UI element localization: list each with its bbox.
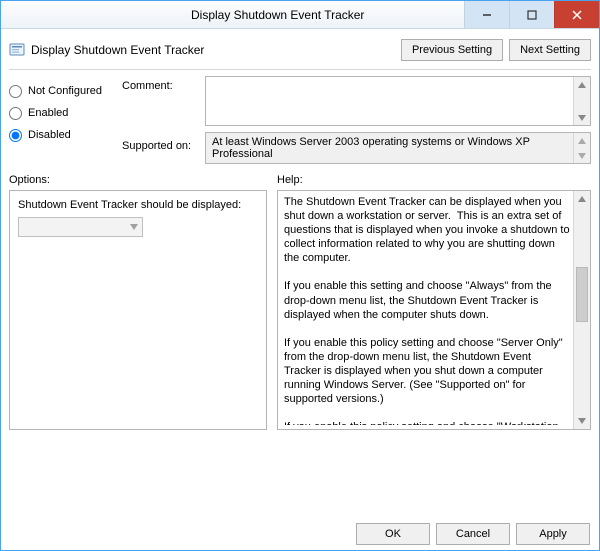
- scrollbar-thumb[interactable]: [576, 267, 588, 322]
- scroll-down-icon: [574, 148, 590, 163]
- options-panel: Shutdown Event Tracker should be display…: [9, 190, 267, 430]
- comment-scrollbar[interactable]: [573, 77, 590, 125]
- comment-label: Comment:: [122, 80, 197, 134]
- previous-setting-button[interactable]: Previous Setting: [401, 39, 503, 61]
- option-label: Shutdown Event Tracker should be display…: [18, 199, 258, 211]
- page-subtitle: Display Shutdown Event Tracker: [31, 43, 204, 57]
- supported-on-label: Supported on:: [122, 134, 197, 152]
- help-panel: The Shutdown Event Tracker can be displa…: [277, 190, 591, 430]
- scroll-down-icon: [574, 413, 590, 429]
- radio-not-configured[interactable]: Not Configured: [9, 80, 114, 102]
- apply-button[interactable]: Apply: [516, 523, 590, 545]
- radio-enabled-label: Enabled: [28, 107, 68, 119]
- display-mode-dropdown[interactable]: [18, 217, 143, 237]
- minimize-button[interactable]: [464, 1, 509, 28]
- radio-disabled-input[interactable]: [9, 129, 22, 142]
- state-radio-group: Not Configured Enabled Disabled: [9, 76, 114, 164]
- supported-on-box: At least Windows Server 2003 operating s…: [205, 132, 591, 164]
- radio-disabled-label: Disabled: [28, 129, 71, 141]
- help-text: The Shutdown Event Tracker can be displa…: [284, 195, 570, 425]
- next-setting-button[interactable]: Next Setting: [509, 39, 591, 61]
- divider: [9, 69, 591, 70]
- scroll-up-icon: [574, 191, 590, 207]
- supported-on-value: At least Windows Server 2003 operating s…: [212, 136, 530, 160]
- radio-not-configured-label: Not Configured: [28, 85, 102, 97]
- maximize-icon: [527, 10, 537, 20]
- policy-icon: [9, 42, 25, 58]
- cancel-button[interactable]: Cancel: [436, 523, 510, 545]
- scroll-up-icon: [574, 133, 590, 148]
- comment-textarea[interactable]: [205, 76, 591, 126]
- window-title: Display Shutdown Event Tracker: [191, 8, 364, 22]
- chevron-down-icon: [130, 224, 138, 230]
- scrollbar-track[interactable]: [574, 207, 590, 413]
- radio-disabled[interactable]: Disabled: [9, 124, 114, 146]
- options-section-label: Options:: [9, 174, 267, 186]
- dialog-footer: OK Cancel Apply: [356, 523, 590, 545]
- radio-not-configured-input[interactable]: [9, 85, 22, 98]
- supported-scrollbar[interactable]: [573, 133, 590, 163]
- ok-button[interactable]: OK: [356, 523, 430, 545]
- titlebar: Display Shutdown Event Tracker: [1, 1, 599, 29]
- close-icon: [572, 10, 582, 20]
- help-section-label: Help:: [277, 174, 591, 186]
- scroll-down-icon: [574, 110, 590, 125]
- radio-enabled[interactable]: Enabled: [9, 102, 114, 124]
- close-button[interactable]: [554, 1, 599, 28]
- help-scrollbar[interactable]: [573, 191, 590, 429]
- maximize-button[interactable]: [509, 1, 554, 28]
- radio-enabled-input[interactable]: [9, 107, 22, 120]
- minimize-icon: [482, 10, 492, 20]
- scroll-up-icon: [574, 77, 590, 92]
